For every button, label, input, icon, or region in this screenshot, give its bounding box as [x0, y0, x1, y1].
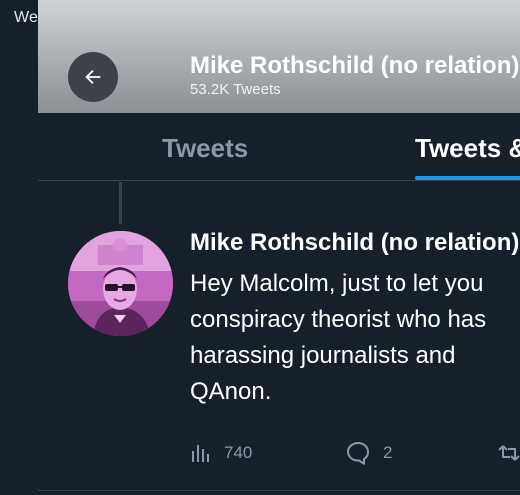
active-tab-indicator [415, 176, 520, 180]
tweet-text-line: Hey Malcolm, just to let you [190, 270, 484, 297]
avatar[interactable] [68, 231, 173, 336]
tab-tweets-and-replies[interactable]: Tweets & replies [415, 133, 520, 164]
side-column-edge [0, 0, 38, 495]
avatar-photo [68, 231, 173, 336]
tweet-text-line: harassing journalists and [190, 342, 456, 369]
reply-button[interactable]: 2 [345, 440, 392, 466]
tweet-text-line: QAnon. [190, 378, 272, 405]
retweet-icon [498, 445, 520, 461]
replies-count: 2 [383, 443, 393, 462]
back-button[interactable] [68, 52, 118, 102]
profile-tabs: Tweets Tweets & replies [38, 113, 520, 181]
tab-tweets[interactable]: Tweets [162, 133, 248, 164]
header-tweet-count: 53.2K Tweets [190, 81, 281, 98]
retweet-button[interactable] [498, 440, 520, 466]
thread-connector-line [119, 182, 122, 224]
views-button[interactable]: 740 [190, 440, 252, 466]
tweet-author-name[interactable]: Mike Rothschild (no relation) [190, 229, 519, 257]
views-count: 740 [224, 443, 253, 462]
arrow-left-icon [85, 69, 101, 85]
tweet-text-line: conspiracy theorist who has [190, 306, 487, 333]
header-profile-name: Mike Rothschild (no relation) [190, 52, 520, 79]
reply-bubble-icon [347, 442, 369, 465]
profile-screen: Wed Jan 11 Mike Rothschild (no relation)… [0, 0, 520, 495]
analytics-icon [192, 445, 209, 462]
tweet-divider [38, 490, 520, 491]
tweet-text: Hey Malcolm, just to let you conspiracy … [190, 266, 520, 410]
profile-header: Mike Rothschild (no relation) 53.2K Twee… [38, 0, 520, 113]
